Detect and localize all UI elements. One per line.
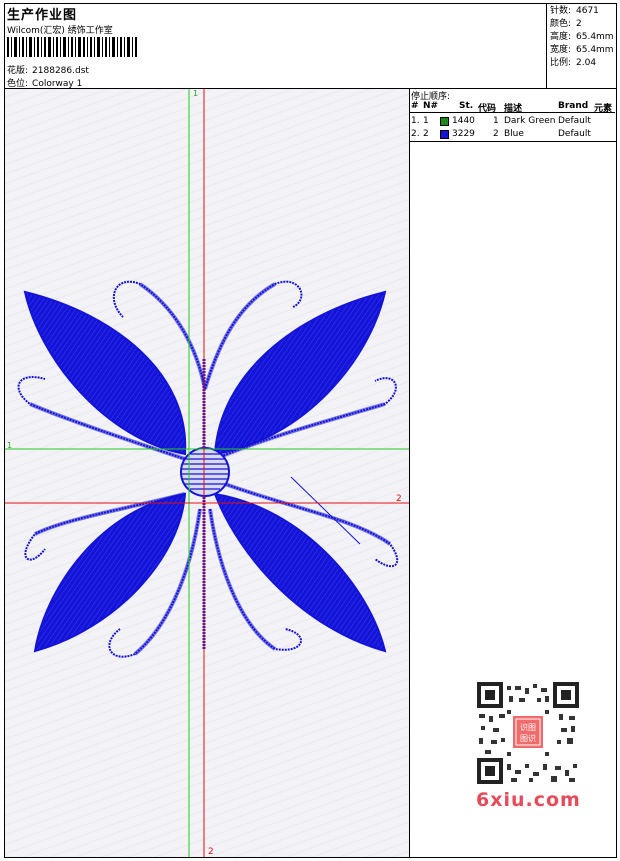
qr-icon: 识图 图识 bbox=[477, 682, 579, 784]
design-file-row: 花版: 2188286.dst bbox=[7, 63, 89, 76]
stats-divider bbox=[546, 3, 547, 89]
flower-design bbox=[17, 280, 399, 658]
embroidery-drawing bbox=[5, 89, 409, 857]
production-sheet: 生产作业图 Wilcom(汇宏) 绣饰工作室 花版: 2188286.dst 色… bbox=[0, 0, 620, 861]
stat-colors: 颜色: 2 bbox=[550, 19, 582, 29]
col-number: N# bbox=[423, 101, 439, 111]
stats-panel: 针数: 4671 颜色: 2 高度: 65.4mm 宽度: 65.4mm 比例: 2.04 bbox=[550, 5, 614, 70]
embroidery-preview: 1 1 2 2 bbox=[5, 89, 409, 857]
page-title: 生产作业图 bbox=[7, 8, 78, 23]
petal-top-left bbox=[23, 290, 187, 456]
col-index: # bbox=[411, 101, 419, 111]
colorway-label: 色位: bbox=[7, 79, 29, 89]
qr-code: 识图 图识 bbox=[471, 680, 585, 788]
guide-red-vertical-label: 2 bbox=[208, 847, 214, 857]
color-swatch bbox=[440, 130, 449, 139]
guide-red-horizontal-label: 2 bbox=[396, 494, 402, 504]
stat-height: 高度: 65.4mm bbox=[550, 32, 614, 42]
petal-bottom-left bbox=[33, 492, 187, 653]
guide-green-horizontal-label: 1 bbox=[7, 441, 13, 450]
header-underline bbox=[410, 112, 615, 113]
barcode bbox=[7, 37, 137, 57]
stat-scale: 比例: 2.04 bbox=[550, 58, 597, 68]
stop-table-bottom bbox=[409, 141, 617, 142]
stat-stitches: 针数: 4671 bbox=[550, 6, 599, 16]
panel-divider bbox=[409, 88, 410, 858]
design-label: 花版: bbox=[7, 66, 29, 76]
colorway-value: Colorway 1 bbox=[32, 79, 83, 89]
colorway-row: 色位: Colorway 1 bbox=[7, 76, 82, 89]
color-swatch bbox=[440, 117, 449, 126]
guide-green-vertical-label: 1 bbox=[193, 89, 199, 98]
seal-line-1: 识图 bbox=[520, 723, 536, 732]
stat-width: 宽度: 65.4mm bbox=[550, 45, 614, 55]
petal-bottom-right bbox=[213, 492, 387, 653]
col-stitches: St. bbox=[459, 101, 474, 111]
watermark-logo: 6xiu.com bbox=[476, 789, 581, 811]
seal-line-2: 图识 bbox=[520, 734, 536, 743]
col-brand: Brand bbox=[558, 101, 589, 111]
company-name: Wilcom(汇宏) 绣饰工作室 bbox=[7, 26, 113, 36]
design-file: 2188286.dst bbox=[32, 66, 89, 76]
